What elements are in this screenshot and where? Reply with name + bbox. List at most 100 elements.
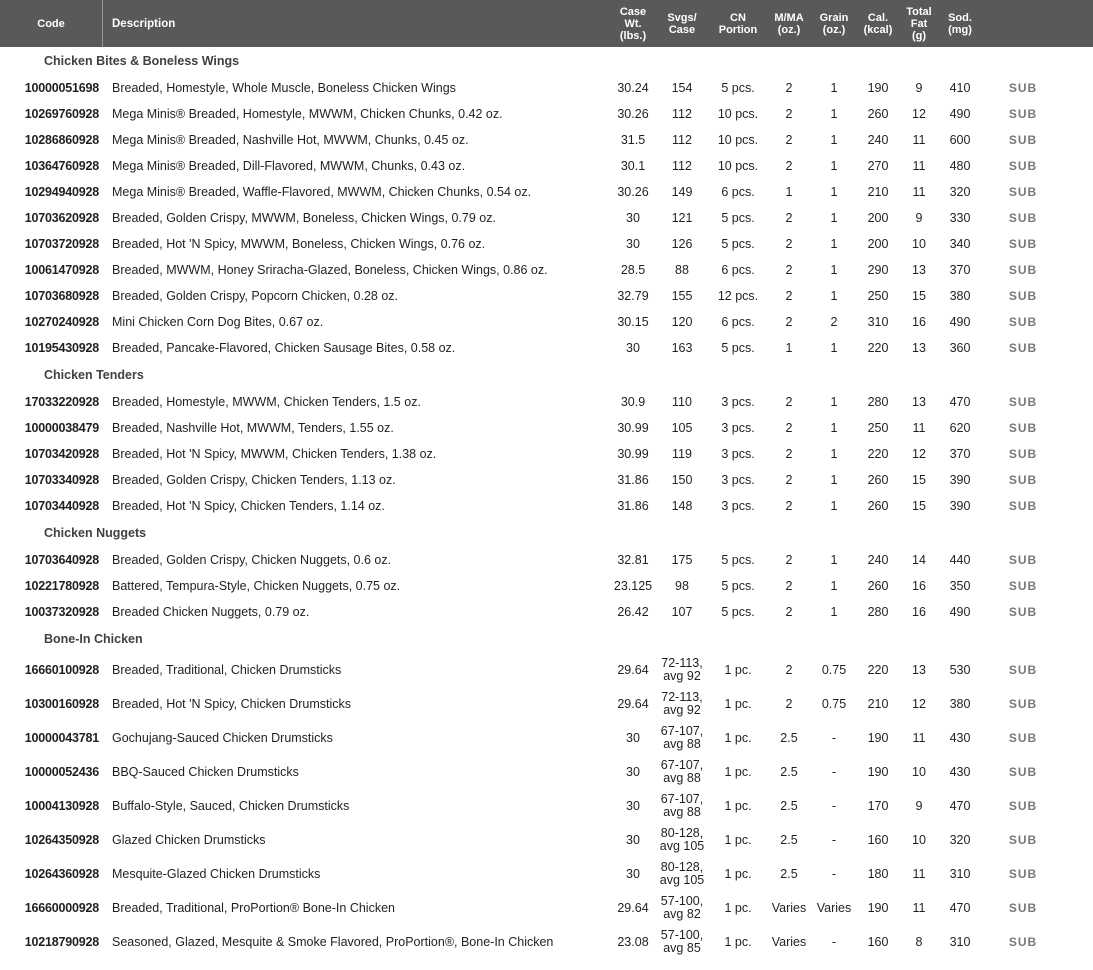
col-header-case-wt: Case Wt. (lbs.) xyxy=(611,6,655,42)
product-description-cell: Mini Chicken Corn Dog Bites, 0.67 oz. xyxy=(103,316,611,329)
total-fat-cell: 9 xyxy=(899,82,939,95)
grain-cell: 1 xyxy=(811,580,857,593)
calories-cell: 240 xyxy=(857,554,899,567)
cn-portion-cell: 5 pcs. xyxy=(709,82,767,95)
table-row: 10270240928Mini Chicken Corn Dog Bites, … xyxy=(0,309,1093,335)
servings-per-case-cell: 72-113, avg 92 xyxy=(655,657,709,683)
product-code-cell: 16660100928 xyxy=(0,664,103,677)
sub-badge-icon: SUB xyxy=(1009,935,1037,949)
product-code-cell: 10000038479 xyxy=(0,422,103,435)
sub-cell: SUB xyxy=(1005,316,1041,329)
product-description-cell: Breaded, Homestyle, Whole Muscle, Bonele… xyxy=(103,82,611,95)
case-weight-cell: 29.64 xyxy=(611,664,655,677)
case-weight-cell: 28.5 xyxy=(611,264,655,277)
product-code-cell: 10264350928 xyxy=(0,834,103,847)
calories-cell: 190 xyxy=(857,902,899,915)
cn-portion-cell: 3 pcs. xyxy=(709,422,767,435)
grain-cell: - xyxy=(811,732,857,745)
col-header-calories: Cal. (kcal) xyxy=(857,12,899,36)
sodium-cell: 480 xyxy=(939,160,981,173)
sodium-cell: 620 xyxy=(939,422,981,435)
sodium-cell: 490 xyxy=(939,606,981,619)
product-code-cell: 10221780928 xyxy=(0,580,103,593)
product-code-cell: 10000043781 xyxy=(0,732,103,745)
case-weight-cell: 23.125 xyxy=(611,580,655,593)
sub-badge-icon: SUB xyxy=(1009,553,1037,567)
servings-per-case-cell: 98 xyxy=(655,580,709,593)
total-fat-cell: 11 xyxy=(899,422,939,435)
servings-per-case-cell: 57-100, avg 85 xyxy=(655,929,709,955)
product-description-cell: Mega Minis® Breaded, Homestyle, MWWM, Ch… xyxy=(103,108,611,121)
product-description-cell: Breaded, Traditional, ProPortion® Bone-I… xyxy=(103,902,611,915)
case-weight-cell: 30.9 xyxy=(611,396,655,409)
mma-cell: 2 xyxy=(767,698,811,711)
product-code-cell: 10703420928 xyxy=(0,448,103,461)
sub-badge-icon: SUB xyxy=(1009,211,1037,225)
cn-portion-cell: 1 pc. xyxy=(709,868,767,881)
mma-cell: 2 xyxy=(767,396,811,409)
col-header-total-fat: Total Fat (g) xyxy=(899,6,939,42)
case-weight-cell: 30.15 xyxy=(611,316,655,329)
product-description-cell: Seasoned, Glazed, Mesquite & Smoke Flavo… xyxy=(103,936,611,949)
case-weight-cell: 30.26 xyxy=(611,108,655,121)
product-code-cell: 10294940928 xyxy=(0,186,103,199)
sodium-cell: 390 xyxy=(939,500,981,513)
table-row: 10264350928Glazed Chicken Drumsticks3080… xyxy=(0,823,1093,857)
table-row: 10294940928Mega Minis® Breaded, Waffle-F… xyxy=(0,179,1093,205)
sub-badge-icon: SUB xyxy=(1009,731,1037,745)
calories-cell: 250 xyxy=(857,422,899,435)
product-code-cell: 10703340928 xyxy=(0,474,103,487)
mma-cell: 2 xyxy=(767,448,811,461)
total-fat-cell: 9 xyxy=(899,800,939,813)
sodium-cell: 490 xyxy=(939,108,981,121)
col-header-code: Code xyxy=(0,0,103,47)
sub-cell: SUB xyxy=(1005,868,1041,881)
table-row: 10364760928Mega Minis® Breaded, Dill-Fla… xyxy=(0,153,1093,179)
case-weight-cell: 30 xyxy=(611,342,655,355)
product-code-cell: 10264360928 xyxy=(0,868,103,881)
sodium-cell: 310 xyxy=(939,936,981,949)
calories-cell: 220 xyxy=(857,342,899,355)
servings-per-case-cell: 57-100, avg 82 xyxy=(655,895,709,921)
calories-cell: 260 xyxy=(857,474,899,487)
servings-per-case-cell: 150 xyxy=(655,474,709,487)
total-fat-cell: 14 xyxy=(899,554,939,567)
product-code-cell: 10703440928 xyxy=(0,500,103,513)
case-weight-cell: 32.81 xyxy=(611,554,655,567)
mma-cell: 2 xyxy=(767,82,811,95)
case-weight-cell: 29.64 xyxy=(611,698,655,711)
sodium-cell: 370 xyxy=(939,264,981,277)
sub-cell: SUB xyxy=(1005,134,1041,147)
section-title: Chicken Tenders xyxy=(0,368,1093,382)
calories-cell: 280 xyxy=(857,396,899,409)
grain-cell: 1 xyxy=(811,448,857,461)
cn-portion-cell: 1 pc. xyxy=(709,698,767,711)
case-weight-cell: 31.86 xyxy=(611,474,655,487)
product-code-cell: 10286860928 xyxy=(0,134,103,147)
case-weight-cell: 30 xyxy=(611,732,655,745)
table-body: Chicken Bites & Boneless Wings1000005169… xyxy=(0,47,1093,959)
mma-cell: 2.5 xyxy=(767,868,811,881)
sub-cell: SUB xyxy=(1005,664,1041,677)
mma-cell: Varies xyxy=(767,902,811,915)
calories-cell: 190 xyxy=(857,82,899,95)
total-fat-cell: 15 xyxy=(899,474,939,487)
table-row: 16660000928Breaded, Traditional, ProPort… xyxy=(0,891,1093,925)
servings-per-case-cell: 110 xyxy=(655,396,709,409)
total-fat-cell: 8 xyxy=(899,936,939,949)
servings-per-case-cell: 163 xyxy=(655,342,709,355)
product-code-cell: 10300160928 xyxy=(0,698,103,711)
sub-cell: SUB xyxy=(1005,936,1041,949)
calories-cell: 260 xyxy=(857,108,899,121)
sodium-cell: 330 xyxy=(939,212,981,225)
servings-per-case-cell: 67-107, avg 88 xyxy=(655,793,709,819)
table-row: 10703620928Breaded, Golden Crispy, MWWM,… xyxy=(0,205,1093,231)
grain-cell: 1 xyxy=(811,238,857,251)
calories-cell: 160 xyxy=(857,834,899,847)
grain-cell: 1 xyxy=(811,82,857,95)
grain-cell: 0.75 xyxy=(811,664,857,677)
cn-portion-cell: 5 pcs. xyxy=(709,554,767,567)
sub-badge-icon: SUB xyxy=(1009,901,1037,915)
product-description-cell: Battered, Tempura-Style, Chicken Nuggets… xyxy=(103,580,611,593)
sub-cell: SUB xyxy=(1005,834,1041,847)
